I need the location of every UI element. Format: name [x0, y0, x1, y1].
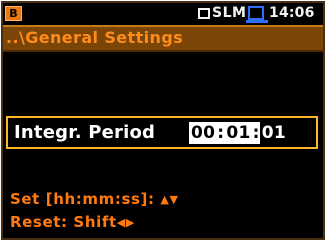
- device-screen: B SLM 14:06 ..\General Settings Integr. …: [1, 1, 325, 240]
- mode-square-icon: [198, 8, 210, 19]
- mode-indicator: SLM: [212, 5, 247, 21]
- battery-icon: [248, 6, 264, 20]
- battery-underline-icon: [246, 20, 268, 23]
- seconds-field[interactable]: 01: [259, 122, 289, 144]
- title-bar: ..\General Settings: [3, 25, 323, 52]
- set-hint-text: Set [hh:mm:ss]:: [10, 190, 155, 208]
- time-separator: :: [217, 122, 225, 144]
- up-arrow-icon: ▲: [160, 193, 170, 206]
- status-bar: B SLM 14:06: [3, 3, 323, 25]
- time-value-editor[interactable]: 00 : 01 : 01: [189, 122, 289, 144]
- reset-hint-text: Reset: Shift: [10, 213, 117, 231]
- page-title: ..\General Settings: [6, 28, 184, 47]
- integr-period-row[interactable]: Integr. Period 00 : 01 : 01: [6, 116, 318, 149]
- right-arrow-icon: ▶: [125, 216, 135, 229]
- param-label: Integr. Period: [14, 122, 156, 143]
- hours-field[interactable]: 00: [189, 122, 218, 144]
- set-hint: Set [hh:mm:ss]: ▲▼: [10, 190, 179, 208]
- reset-hint: Reset: Shift◀▶: [10, 213, 135, 231]
- app-menu-icon[interactable]: B: [5, 6, 22, 21]
- down-arrow-icon: ▼: [169, 193, 179, 206]
- minutes-field[interactable]: 01: [224, 122, 253, 144]
- time-separator: :: [252, 122, 260, 144]
- clock: 14:06: [269, 5, 315, 21]
- left-arrow-icon: ◀: [116, 216, 126, 229]
